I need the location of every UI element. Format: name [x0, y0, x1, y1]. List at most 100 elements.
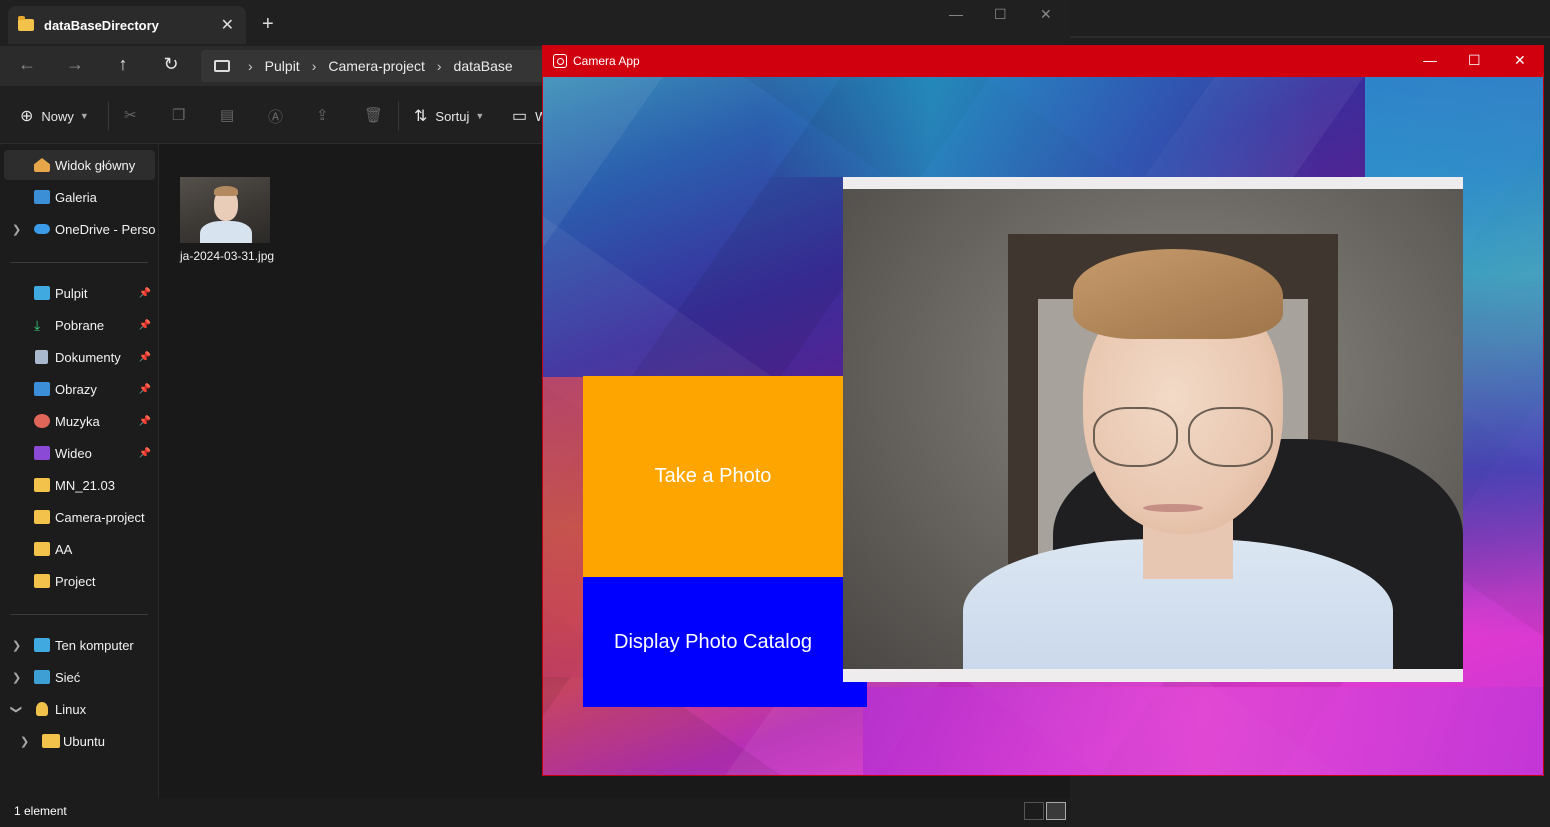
- pin-icon[interactable]: 📌: [139, 320, 151, 331]
- sidebar-label: Muzyka: [55, 413, 100, 429]
- display-catalog-button[interactable]: Display Photo Catalog: [583, 577, 867, 707]
- home-icon: [34, 158, 50, 172]
- sidebar-item-folder[interactable]: Project: [4, 566, 155, 596]
- thumbnail-person: [200, 221, 252, 243]
- item-count: 1 element: [14, 804, 67, 818]
- sidebar-item-downloads[interactable]: ⤓ Pobrane 📌: [4, 310, 155, 340]
- status-bar: 1 element: [0, 798, 1070, 827]
- explorer-titlebar: dataBaseDirectory ✕ + — ☐ ✕: [0, 0, 1070, 46]
- pictures-icon: [34, 382, 50, 396]
- pin-icon[interactable]: 📌: [139, 384, 151, 395]
- sidebar-item-desktop[interactable]: Pulpit 📌: [4, 278, 155, 308]
- chevron-down-icon: ▼: [79, 111, 89, 121]
- linux-icon: [36, 702, 48, 716]
- sidebar-label: Pulpit: [55, 285, 88, 301]
- download-icon: ⤓: [34, 317, 41, 333]
- chevron-down-icon: ▼: [475, 111, 485, 121]
- maximize-button[interactable]: ☐: [1468, 52, 1481, 69]
- take-photo-button[interactable]: Take a Photo: [583, 376, 843, 577]
- breadcrumb-item[interactable]: Camera-project: [328, 58, 424, 74]
- pin-icon[interactable]: 📌: [139, 352, 151, 363]
- desktop-strip: [1070, 36, 1550, 38]
- sidebar-item-home[interactable]: Widok główny: [4, 150, 155, 180]
- delete-icon[interactable]: 🗑: [364, 106, 383, 124]
- sidebar-item-linux[interactable]: ❯ Linux: [4, 694, 155, 724]
- camera-app-window: Camera App — ☐ ✕ Take a Photo Display Ph…: [542, 45, 1544, 776]
- address-bar[interactable]: › Pulpit › Camera-project › dataBase: [201, 50, 561, 82]
- file-name[interactable]: ja-2024-03-31.jpg: [180, 249, 274, 263]
- sidebar-label: Pobrane: [55, 317, 105, 333]
- sort-button[interactable]: ⇅ Sortuj ▼: [414, 106, 484, 126]
- sidebar-item-network[interactable]: ❯ Sieć: [4, 662, 155, 692]
- background-shape: [863, 687, 1543, 775]
- gallery-icon: [34, 190, 50, 204]
- refresh-icon[interactable]: ↻: [159, 54, 183, 75]
- close-button[interactable]: ✕: [1514, 52, 1526, 69]
- file-thumbnail[interactable]: [180, 177, 270, 243]
- copy-icon[interactable]: ❐: [172, 106, 185, 124]
- preview-hair: [1073, 249, 1283, 339]
- breadcrumb-separator: ›: [248, 58, 253, 74]
- close-button[interactable]: ✕: [1040, 6, 1052, 23]
- forward-arrow-icon[interactable]: →: [63, 54, 87, 75]
- folder-icon: [42, 734, 60, 748]
- chevron-down-icon: ❯: [10, 704, 23, 714]
- sidebar-item-this-pc[interactable]: ❯ Ten komputer: [4, 630, 155, 660]
- new-tab-button[interactable]: +: [262, 13, 274, 36]
- sidebar-label: Ten komputer: [55, 637, 134, 653]
- breadcrumb-separator: ›: [436, 58, 442, 74]
- desktop-icon: [34, 286, 50, 300]
- camera-app-background: Take a Photo Display Photo Catalog: [543, 77, 1543, 775]
- sidebar-divider: [10, 614, 148, 615]
- new-button[interactable]: ⊕ Nowy ▼: [20, 106, 89, 126]
- sidebar-label: Obrazy: [55, 381, 97, 397]
- camera-preview-frame: [843, 177, 1463, 682]
- sidebar-label: MN_21.03: [55, 477, 115, 493]
- sidebar-item-folder[interactable]: AA: [4, 534, 155, 564]
- rename-icon[interactable]: Ⓐ: [268, 106, 283, 127]
- sidebar-item-music[interactable]: Muzyka 📌: [4, 406, 155, 436]
- tab-close-icon[interactable]: ✕: [221, 15, 234, 35]
- tab-title: dataBaseDirectory: [44, 17, 159, 33]
- details-view-icon[interactable]: [1024, 802, 1044, 820]
- sidebar-item-gallery[interactable]: Galeria: [4, 182, 155, 212]
- sidebar-item-videos[interactable]: Wideo 📌: [4, 438, 155, 468]
- computer-icon: [34, 638, 50, 652]
- paste-icon[interactable]: ▤: [220, 106, 234, 124]
- sidebar-item-pictures[interactable]: Obrazy 📌: [4, 374, 155, 404]
- music-icon: [34, 414, 50, 428]
- tiles-view-icon[interactable]: [1046, 802, 1066, 820]
- chevron-right-icon: ❯: [12, 671, 22, 684]
- back-arrow-icon[interactable]: ←: [15, 54, 39, 75]
- sidebar-item-folder[interactable]: Camera-project: [4, 502, 155, 532]
- sidebar-item-documents[interactable]: Dokumenty 📌: [4, 342, 155, 372]
- explorer-tab[interactable]: dataBaseDirectory ✕: [8, 6, 246, 44]
- share-icon[interactable]: ⇪: [316, 106, 329, 124]
- chevron-right-icon: ❯: [12, 223, 22, 236]
- pin-icon[interactable]: 📌: [139, 416, 151, 427]
- folder-icon: [18, 16, 34, 31]
- view-icon: ▭: [512, 108, 528, 125]
- minimize-button[interactable]: —: [1423, 52, 1437, 68]
- sidebar-label: Ubuntu: [63, 733, 105, 749]
- minimize-button[interactable]: —: [949, 6, 963, 22]
- cut-icon[interactable]: ✂: [124, 106, 137, 124]
- maximize-button[interactable]: ☐: [994, 6, 1007, 23]
- sidebar-label: Camera-project: [55, 509, 145, 525]
- breadcrumb-item[interactable]: Pulpit: [265, 58, 300, 74]
- sidebar-item-onedrive[interactable]: ❯ OneDrive - Persona: [4, 214, 155, 244]
- pin-icon[interactable]: 📌: [139, 288, 151, 299]
- pin-icon[interactable]: 📌: [139, 448, 151, 459]
- sidebar-item-ubuntu[interactable]: ❯ Ubuntu: [4, 726, 155, 756]
- sidebar-divider: [10, 262, 148, 263]
- sidebar-label: Linux: [55, 701, 87, 717]
- divider: [398, 102, 399, 130]
- new-label: Nowy: [41, 108, 74, 124]
- folder-icon: [34, 542, 50, 556]
- up-arrow-icon[interactable]: ↑: [111, 54, 135, 75]
- chevron-right-icon: ❯: [20, 735, 30, 748]
- chevron-right-icon: ❯: [12, 639, 22, 652]
- sidebar-item-folder[interactable]: MN_21.03: [4, 470, 155, 500]
- document-icon: [35, 350, 48, 364]
- breadcrumb-item[interactable]: dataBase: [454, 58, 513, 74]
